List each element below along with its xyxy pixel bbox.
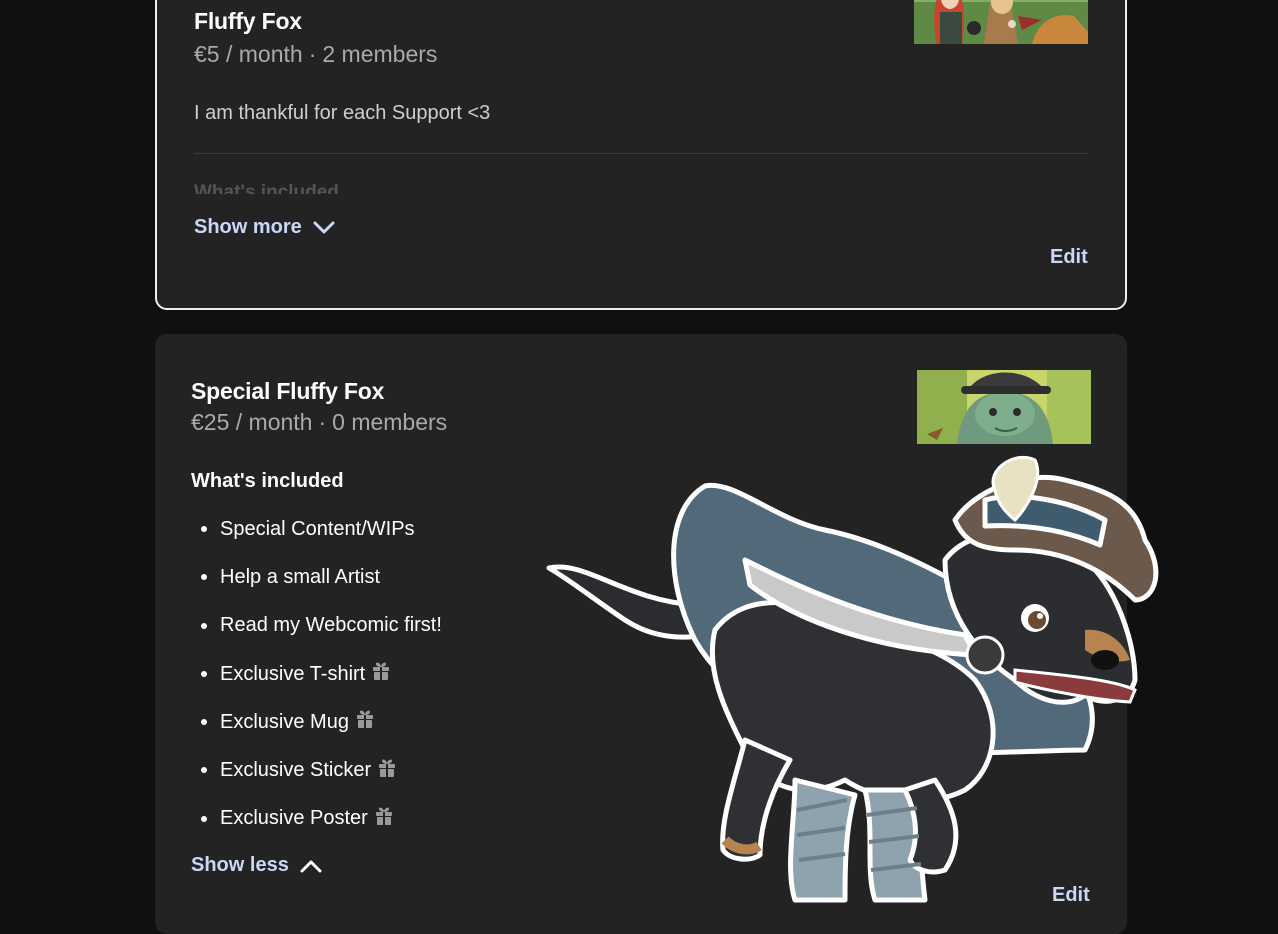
gift-icon [377, 758, 397, 784]
faded-included-heading: What's included [194, 182, 339, 194]
list-item: Exclusive Poster [191, 795, 442, 843]
show-less-label: Show less [191, 854, 289, 876]
tier-title: Fluffy Fox [194, 8, 302, 34]
tier-price: €5 / month [194, 41, 303, 67]
list-item: Exclusive Mug [191, 698, 442, 746]
benefit-label: Special Content/WIPs [220, 517, 415, 540]
list-item: Exclusive T-shirt [191, 650, 442, 698]
divider [194, 153, 1088, 154]
list-item: Special Content/WIPs [191, 505, 442, 553]
included-heading: What's included [191, 470, 344, 492]
tier-cover-image [917, 370, 1091, 444]
show-more-label: Show more [194, 216, 302, 238]
tier-member-count: 0 members [332, 409, 448, 435]
tier-card-fluffy-fox[interactable]: Fluffy Fox €5 / month · 2 members I am tha… [155, 0, 1127, 310]
benefit-label: Help a small Artist [220, 565, 381, 588]
meta-separator: · [308, 41, 317, 67]
list-item: Read my Webcomic first! [191, 602, 442, 650]
gift-icon [371, 661, 391, 687]
benefit-label: Read my Webcomic first! [220, 614, 442, 637]
chevron-down-icon [312, 220, 336, 236]
benefit-label: Exclusive Sticker [220, 759, 372, 782]
tier-cover-image [914, 0, 1088, 44]
show-less-button[interactable]: Show less [191, 854, 323, 877]
benefit-label: Exclusive Poster [220, 807, 368, 830]
edit-tier-button[interactable]: Edit [1050, 246, 1088, 269]
gift-icon [374, 806, 394, 832]
tier-price: €25 / month [191, 409, 313, 435]
chevron-up-icon [299, 858, 323, 874]
gift-icon [355, 709, 375, 735]
tier-title: Special Fluffy Fox [191, 378, 385, 404]
meta-separator: · [318, 409, 327, 435]
list-item: Exclusive Sticker [191, 746, 442, 794]
tier-member-count: 2 members [322, 41, 438, 67]
mascot-dog-illustration [545, 450, 1205, 910]
tier-price-members: €5 / month · 2 members [194, 41, 437, 68]
list-item: Help a small Artist [191, 553, 442, 601]
benefit-list: Special Content/WIPs Help a small Artist… [191, 505, 442, 843]
tier-price-members: €25 / month · 0 members [191, 409, 447, 436]
tier-description: I am thankful for each Support <3 [194, 102, 491, 124]
show-more-button[interactable]: Show more [194, 216, 336, 239]
benefit-label: Exclusive Mug [220, 710, 349, 733]
benefit-label: Exclusive T-shirt [220, 662, 366, 685]
